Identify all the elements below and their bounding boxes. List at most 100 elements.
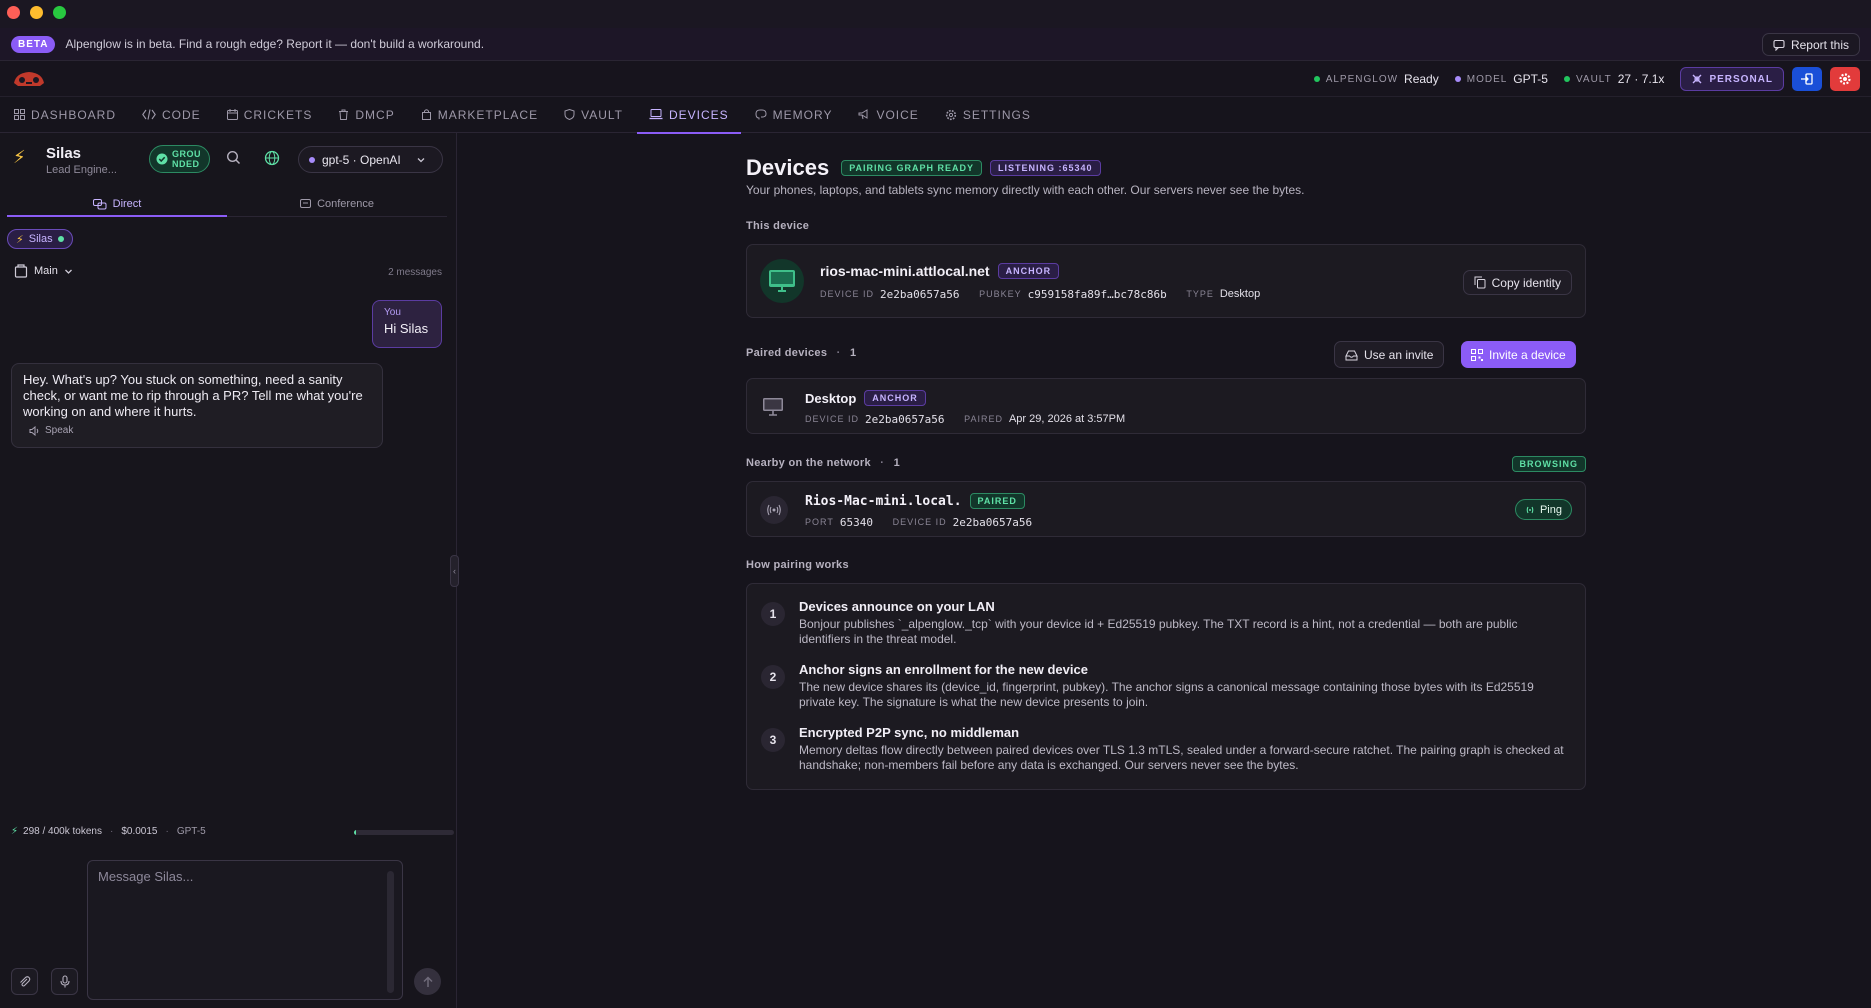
pubkey-value: c959158fa89f…bc78c86b — [1027, 287, 1167, 301]
composer-scrollbar[interactable] — [387, 871, 394, 993]
nav-dashboard[interactable]: DASHBOARD — [14, 97, 116, 133]
assistant-message-text: Hey. What's up? You stuck on something, … — [23, 372, 363, 419]
nav-dmcp[interactable]: DMCP — [338, 97, 394, 133]
close-window-button[interactable] — [7, 6, 20, 19]
separator: · — [880, 457, 885, 469]
nearby-device-card: Rios-Mac-mini.local. PAIRED PORT 65340 DE… — [746, 481, 1586, 537]
speak-button[interactable]: Speak — [29, 425, 371, 436]
status-label: MODEL — [1466, 73, 1508, 85]
model-dot — [309, 156, 315, 163]
nav-label: VOICE — [876, 107, 919, 122]
nav-code[interactable]: CODE — [142, 97, 201, 133]
anchor-badge: ANCHOR — [864, 390, 926, 406]
device-avatar — [760, 259, 804, 303]
nav-vault[interactable]: VAULT — [564, 97, 623, 133]
nav-voice[interactable]: VOICE — [858, 97, 918, 133]
token-progress-bar — [354, 830, 454, 835]
model-selector[interactable]: gpt-5 · OpenAI — [298, 146, 443, 173]
token-count: 298 / 400k tokens — [23, 826, 102, 837]
send-button[interactable] — [414, 968, 441, 995]
this-device-card: rios-mac-mini.attlocal.net ANCHOR DEVICE… — [746, 244, 1586, 318]
nav-label: DASHBOARD — [31, 107, 117, 122]
agent-name: Silas — [46, 145, 82, 162]
workspace-icon — [1692, 74, 1702, 84]
separator: · — [836, 347, 841, 359]
paired-label: PAIRED — [964, 414, 1003, 424]
mic-button[interactable] — [51, 968, 78, 995]
search-icon[interactable] — [226, 150, 241, 165]
nav-label: CODE — [162, 107, 201, 122]
type-value: Desktop — [1219, 288, 1261, 300]
tab-direct[interactable]: Direct — [7, 192, 227, 217]
shield-icon — [564, 109, 575, 120]
token-progress-fill — [354, 830, 356, 835]
arrow-up-icon — [422, 975, 433, 987]
report-button[interactable]: Report this — [1761, 33, 1860, 56]
globe-icon[interactable] — [264, 150, 280, 166]
nav-devices[interactable]: DEVICES — [637, 97, 741, 134]
chat-panel: ⚡ Silas Lead Engine... GROU NDED gpt-5 ·… — [0, 133, 457, 1008]
step-title: Anchor signs an enrollment for the new d… — [799, 662, 1088, 677]
invite-device-button[interactable]: Invite a device — [1461, 341, 1576, 368]
section-how-pairing: How pairing works — [746, 559, 849, 571]
section-nearby: Nearby on the network · 1 — [746, 457, 900, 469]
agent-header: ⚡ Silas Lead Engine... GROU NDED gpt-5 ·… — [0, 133, 457, 183]
app-logo — [14, 72, 44, 86]
workspace-switcher[interactable]: PERSONAL — [1680, 67, 1784, 91]
nearby-count: 1 — [893, 457, 900, 469]
speak-label: Speak — [45, 425, 74, 436]
nav-crickets[interactable]: CRICKETS — [226, 97, 313, 133]
step-number: 2 — [761, 665, 785, 689]
archive-icon — [14, 264, 28, 278]
invite-device-label: Invite a device — [1489, 347, 1566, 362]
grounded-toggle[interactable]: GROU NDED — [149, 145, 210, 173]
paired-device-card[interactable]: Desktop ANCHOR DEVICE ID 2e2ba0657a56 PAI… — [746, 378, 1586, 434]
lightning-icon: ⚡ — [13, 147, 26, 167]
bag-icon — [421, 109, 431, 120]
branch-selector[interactable]: Main — [14, 264, 73, 278]
pubkey-label: PUBKEY — [979, 289, 1022, 299]
copy-identity-button[interactable]: Copy identity — [1462, 270, 1572, 295]
code-icon — [142, 109, 156, 120]
gear-icon — [945, 109, 956, 120]
use-invite-label: Use an invite — [1364, 347, 1434, 362]
laptop-icon — [649, 109, 663, 120]
agent-chip[interactable]: ⚡ Silas — [7, 229, 73, 249]
minimize-window-button[interactable] — [30, 6, 43, 19]
sign-in-button[interactable] — [1792, 67, 1822, 91]
maximize-window-button[interactable] — [53, 6, 66, 19]
inbox-icon — [1345, 350, 1358, 360]
beta-message: Alpenglow is in beta. Find a rough edge?… — [65, 37, 485, 51]
use-invite-button[interactable]: Use an invite — [1334, 341, 1445, 368]
message-composer — [87, 860, 403, 1000]
section-title: Nearby on the network — [746, 457, 871, 469]
lightning-icon: ⚡ — [16, 233, 24, 246]
ping-button[interactable]: Ping — [1514, 499, 1572, 520]
status-dot — [1454, 76, 1461, 82]
section-title: Paired devices — [746, 347, 828, 359]
branch-label: Main — [34, 265, 58, 277]
settings-button[interactable] — [1830, 67, 1860, 91]
message-icon — [1773, 39, 1785, 51]
token-usage: ⚡ 298 / 400k tokens · $0.0015 · GPT-5 — [11, 826, 454, 837]
cost-value: $0.0015 — [121, 826, 158, 837]
attach-button[interactable] — [11, 968, 38, 995]
message-input[interactable] — [98, 869, 378, 989]
tab-conference[interactable]: Conference — [227, 192, 447, 216]
conference-icon — [300, 198, 312, 208]
paperclip-icon — [20, 976, 31, 987]
device-id-value: 2e2ba0657a56 — [952, 515, 1033, 529]
nav-label: CRICKETS — [243, 107, 313, 122]
collapse-panel-handle[interactable]: ‹ — [450, 555, 459, 587]
nav-settings[interactable]: SETTINGS — [945, 97, 1031, 133]
nav-memory[interactable]: MEMORY — [755, 97, 833, 133]
online-dot — [57, 236, 64, 242]
separator: · — [109, 826, 114, 837]
type-label: TYPE — [1186, 289, 1214, 299]
message-count: 2 messages — [388, 267, 442, 278]
pairing-step: 1 Devices announce on your LAN Bonjour p… — [761, 599, 1569, 647]
nav-marketplace[interactable]: MARKETPLACE — [421, 97, 538, 133]
device-id-value: 2e2ba0657a56 — [880, 287, 960, 301]
microphone-icon — [59, 975, 70, 988]
nav-label: SETTINGS — [962, 107, 1031, 122]
